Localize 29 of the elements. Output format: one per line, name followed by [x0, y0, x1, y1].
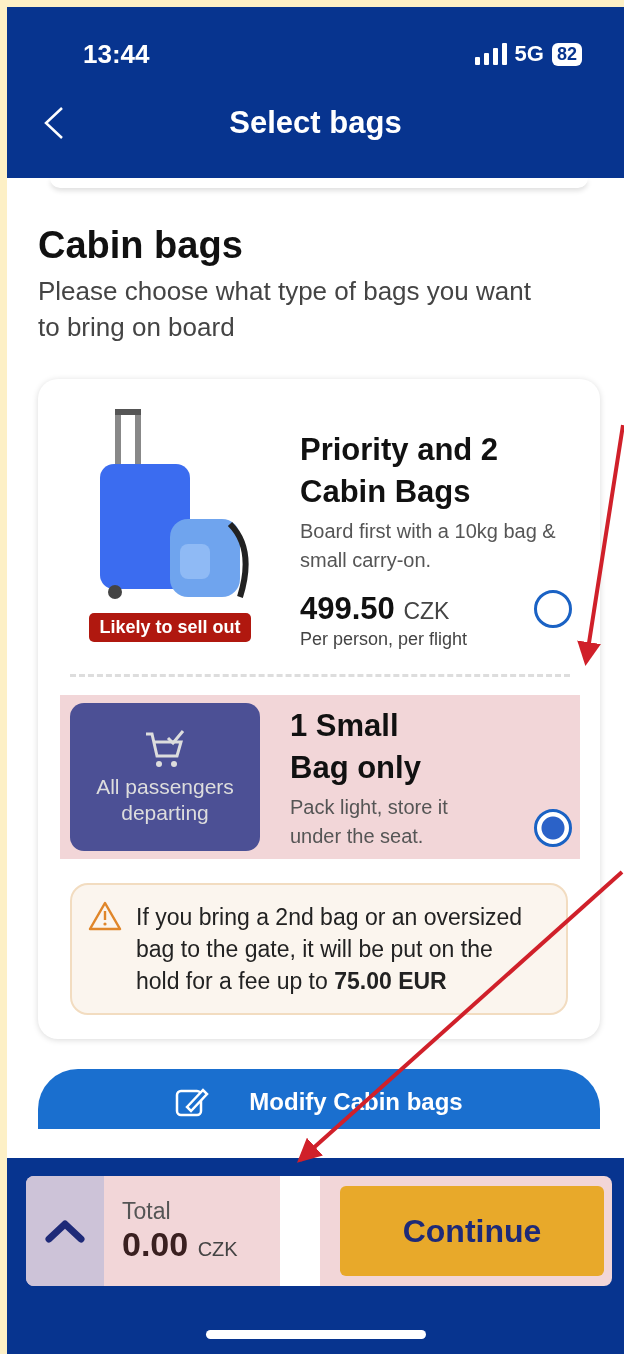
- status-time: 13:44: [83, 38, 150, 70]
- section-subtitle: Please choose what type of bags you want to bring on board: [38, 275, 532, 344]
- highlighted-option[interactable]: All passengers departing 1 Small Bag only Pack light, store it under the seat.: [60, 695, 580, 859]
- section-title: Cabin bags: [38, 224, 244, 267]
- total-amount: 0.00 CZK: [122, 1225, 239, 1264]
- tile-text: All passengers departing: [95, 774, 235, 826]
- signal-icon: [474, 43, 507, 65]
- option-description: Pack light, store it under the seat.: [290, 795, 449, 849]
- battery-indicator: 82: [551, 42, 582, 66]
- chevron-up-icon: [45, 1219, 85, 1243]
- back-icon[interactable]: [43, 106, 65, 140]
- network-label: 5G: [514, 41, 544, 67]
- bag-option[interactable]: Likely to sell out Priority and 2 Cabin Bags Board first with a 10kg bag & small carry-on. 499.50 CZK Per person, per flight: [60, 401, 580, 658]
- total-label: Total: [122, 1198, 172, 1225]
- radio-button[interactable]: [534, 590, 572, 628]
- edit-icon: [175, 1086, 210, 1117]
- warning-text: If you bring a 2nd bag or an oversized bag to the gate, it will be put on the hold for a fee up to 75.00 EUR: [136, 903, 524, 996]
- page-title: Select bags: [229, 105, 402, 141]
- option-price: 499.50 CZK: [300, 591, 450, 627]
- price-note: Per person, per flight: [300, 629, 469, 650]
- option-title: Priority and 2 Cabin Bags: [300, 431, 500, 511]
- cart-check-icon: [144, 728, 186, 770]
- expand-button[interactable]: [26, 1176, 104, 1286]
- radio-button[interactable]: [534, 809, 572, 847]
- continue-button[interactable]: Continue: [340, 1186, 604, 1276]
- sell-out-badge: Likely to sell out: [89, 613, 251, 642]
- option-description: Board first with a 10kg bag & small carry-on.: [300, 519, 557, 573]
- warning-icon: [88, 901, 122, 931]
- option-title: 1 Small Bag only: [290, 707, 422, 787]
